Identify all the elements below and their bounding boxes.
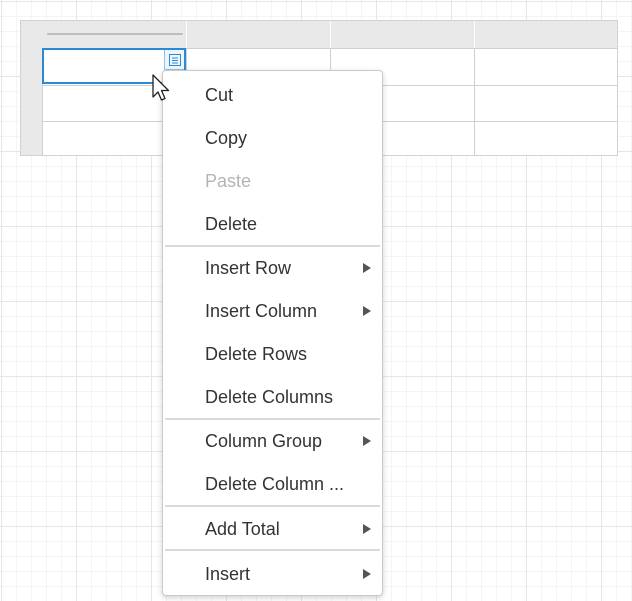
menu-separator — [165, 505, 380, 507]
cell-menu-icon[interactable] — [164, 50, 184, 70]
menu-item-label: Delete Rows — [205, 343, 308, 364]
mouse-pointer-icon — [152, 74, 170, 101]
menu-item-insert-column[interactable]: Insert Column — [163, 293, 382, 329]
menu-separator — [165, 418, 380, 420]
menu-item-label: Copy — [205, 127, 248, 148]
menu-item-label: Delete — [205, 213, 258, 234]
menu-item-insert[interactable]: Insert — [163, 556, 382, 592]
triangle-right-icon — [363, 524, 371, 534]
menu-item-delete-column-group[interactable]: Delete Column ... — [163, 466, 382, 502]
menu-item-insert-row[interactable]: Insert Row — [163, 250, 382, 286]
row-header-band[interactable] — [21, 21, 43, 155]
menu-item-label: Add Total — [205, 518, 280, 539]
triangle-right-icon — [363, 436, 371, 446]
menu-item-label: Insert Column — [205, 300, 318, 321]
menu-item-label: Delete Columns — [205, 386, 334, 407]
menu-item-delete-rows[interactable]: Delete Rows — [163, 336, 382, 372]
menu-separator — [165, 245, 380, 247]
menu-item-label: Insert — [205, 563, 251, 584]
triangle-right-icon — [363, 306, 371, 316]
menu-item-delete-columns[interactable]: Delete Columns — [163, 379, 382, 415]
menu-item-copy[interactable]: Copy — [163, 120, 382, 156]
column-divider[interactable] — [330, 21, 331, 48]
menu-item-label: Column Group — [205, 430, 323, 451]
menu-item-column-group[interactable]: Column Group — [163, 423, 382, 459]
menu-item-delete[interactable]: Delete — [163, 206, 382, 242]
menu-item-label: Insert Row — [205, 257, 292, 278]
menu-item-label: Delete Column ... — [205, 473, 345, 494]
column-selection-bar — [47, 33, 183, 35]
triangle-right-icon — [363, 569, 371, 579]
menu-separator — [165, 549, 380, 551]
menu-item-paste: Paste — [163, 163, 382, 199]
menu-item-add-total[interactable]: Add Total — [163, 511, 382, 547]
menu-item-label: Cut — [205, 84, 234, 105]
context-menu[interactable]: Cut Copy Paste Delete Insert Row Insert … — [162, 70, 383, 596]
menu-item-label: Paste — [205, 170, 252, 191]
column-divider[interactable] — [186, 21, 187, 48]
menu-item-cut[interactable]: Cut — [163, 77, 382, 113]
triangle-right-icon — [363, 263, 371, 273]
column-gridline — [474, 48, 475, 156]
column-divider[interactable] — [474, 21, 475, 48]
